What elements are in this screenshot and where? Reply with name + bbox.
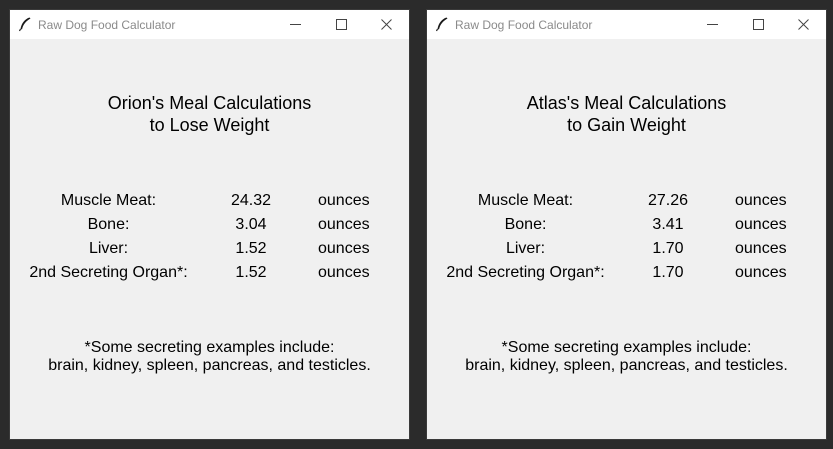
ingredient-unit: ounces: [735, 216, 787, 233]
ingredient-value: 24.32: [230, 192, 272, 209]
footnote-line-1: *Some secreting examples include:: [501, 339, 752, 356]
ingredient-value: 1.52: [235, 240, 267, 257]
ingredient-value: 3.41: [652, 216, 684, 233]
ingredient-label: 2nd Secreting Organ*:: [29, 264, 188, 281]
close-icon: [797, 19, 809, 30]
ingredient-value: 1.52: [235, 264, 267, 281]
ingredient-value: 1.70: [652, 264, 684, 281]
heading-line-1: Atlas's Meal Calculations: [526, 93, 727, 113]
ingredient-unit: ounces: [318, 216, 370, 233]
ingredient-label: 2nd Secreting Organ*:: [446, 264, 605, 281]
window-title: Raw Dog Food Calculator: [38, 18, 176, 32]
ingredient-label: Liver:: [505, 240, 546, 257]
minimize-button[interactable]: [689, 10, 735, 39]
minimize-icon: [289, 24, 301, 25]
maximize-button[interactable]: [318, 10, 364, 39]
ingredient-row-muscle-meat: Muscle Meat: 27.26 ounces: [427, 192, 826, 214]
feather-icon: [435, 17, 448, 32]
meal-heading: Orion's Meal Calculations to Lose Weight: [10, 92, 409, 136]
maximize-icon: [335, 19, 347, 30]
ingredient-label: Muscle Meat:: [60, 192, 157, 209]
minimize-icon: [706, 24, 718, 25]
ingredient-label: Muscle Meat:: [477, 192, 574, 209]
maximize-icon: [752, 19, 764, 30]
title-bar[interactable]: Raw Dog Food Calculator: [10, 10, 409, 39]
ingredient-unit: ounces: [735, 240, 787, 257]
window-title: Raw Dog Food Calculator: [455, 18, 593, 32]
title-bar[interactable]: Raw Dog Food Calculator: [427, 10, 826, 39]
ingredient-row-muscle-meat: Muscle Meat: 24.32 ounces: [10, 192, 409, 214]
calculator-window-atlas: Raw Dog Food Calculator Atlas's Meal Cal…: [426, 9, 827, 440]
meal-heading: Atlas's Meal Calculations to Gain Weight: [427, 92, 826, 136]
close-button[interactable]: [780, 10, 826, 39]
close-button[interactable]: [363, 10, 409, 39]
ingredient-row-secreting-organ: 2nd Secreting Organ*: 1.70 ounces: [427, 264, 826, 286]
ingredient-row-bone: Bone: 3.04 ounces: [10, 216, 409, 238]
minimize-button[interactable]: [272, 10, 318, 39]
ingredient-unit: ounces: [735, 192, 787, 209]
heading-line-2: to Gain Weight: [567, 115, 686, 135]
ingredient-value: 27.26: [647, 192, 689, 209]
footnote-line-2: brain, kidney, spleen, pancreas, and tes…: [465, 357, 788, 374]
ingredient-label: Bone:: [504, 216, 547, 233]
ingredient-row-liver: Liver: 1.52 ounces: [10, 240, 409, 262]
ingredient-value: 1.70: [652, 240, 684, 257]
footnote: *Some secreting examples include: brain,…: [10, 339, 409, 375]
ingredient-row-secreting-organ: 2nd Secreting Organ*: 1.52 ounces: [10, 264, 409, 286]
ingredient-row-bone: Bone: 3.41 ounces: [427, 216, 826, 238]
ingredient-value: 3.04: [235, 216, 267, 233]
calculator-window-orion: Raw Dog Food Calculator Orion's Meal Cal…: [9, 9, 410, 440]
ingredient-label: Liver:: [88, 240, 129, 257]
ingredient-unit: ounces: [318, 264, 370, 281]
footnote-line-1: *Some secreting examples include:: [84, 339, 335, 356]
ingredient-row-liver: Liver: 1.70 ounces: [427, 240, 826, 262]
ingredient-unit: ounces: [318, 192, 370, 209]
footnote-line-2: brain, kidney, spleen, pancreas, and tes…: [48, 357, 371, 374]
ingredient-label: Bone:: [87, 216, 130, 233]
footnote: *Some secreting examples include: brain,…: [427, 339, 826, 375]
ingredient-unit: ounces: [735, 264, 787, 281]
maximize-button[interactable]: [735, 10, 781, 39]
close-icon: [380, 19, 392, 30]
heading-line-2: to Lose Weight: [149, 115, 270, 135]
feather-icon: [18, 17, 31, 32]
heading-line-1: Orion's Meal Calculations: [107, 93, 312, 113]
ingredient-unit: ounces: [318, 240, 370, 257]
